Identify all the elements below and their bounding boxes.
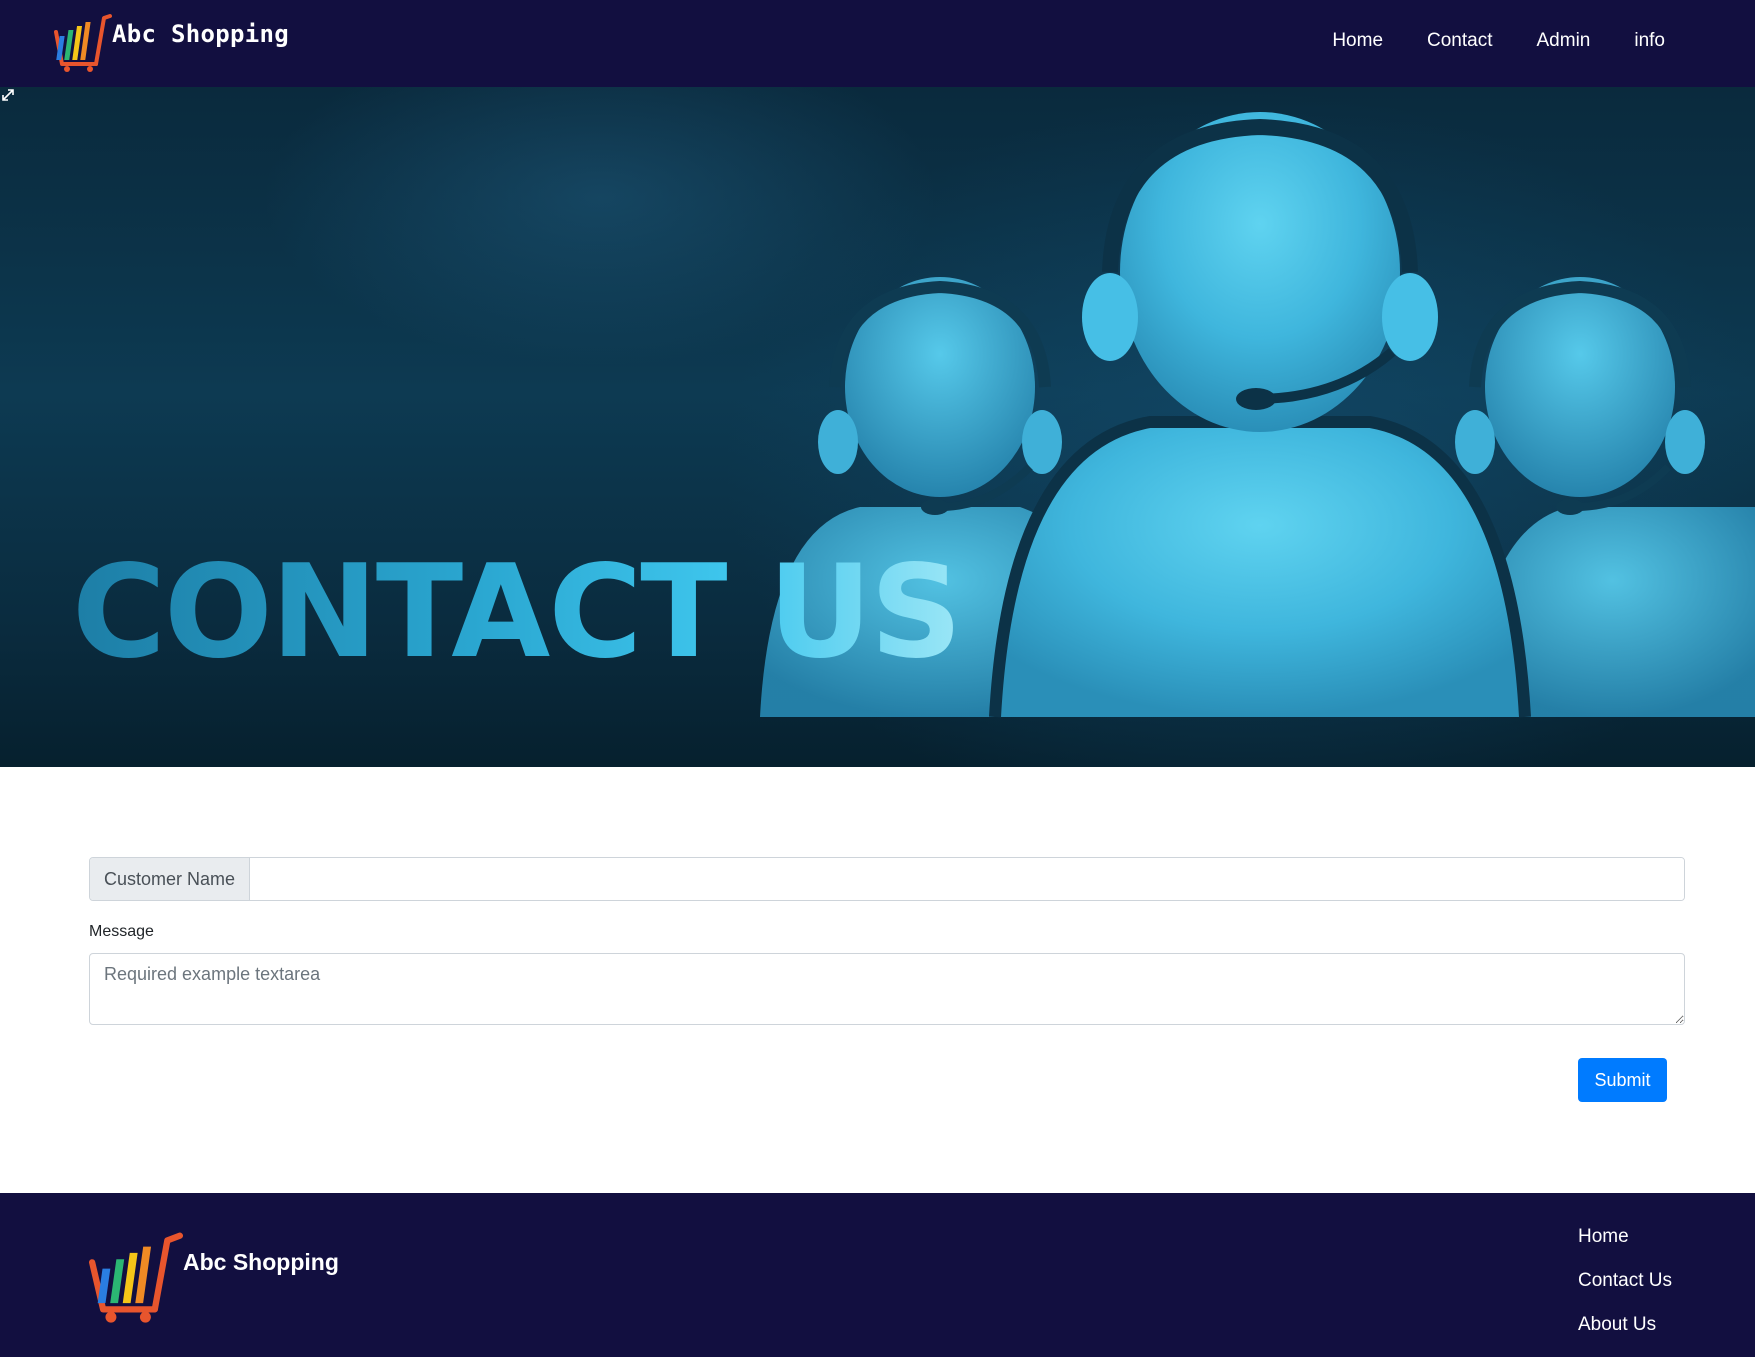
expand-icon[interactable]: [0, 87, 16, 103]
nav-contact[interactable]: Contact: [1405, 30, 1514, 52]
shopping-cart-logo-icon: [54, 14, 112, 72]
message-label: Message: [89, 923, 154, 940]
agent-center: [989, 112, 1531, 718]
contact-form: Customer Name Message Submit: [89, 857, 1685, 1102]
nav-admin[interactable]: Admin: [1515, 30, 1613, 52]
hero-title: CONTACT US: [72, 538, 962, 687]
customer-name-label: Customer Name: [90, 858, 251, 900]
shopping-cart-logo-icon: [89, 1232, 183, 1323]
footer-nav: Home Contact Us About Us: [1578, 1215, 1672, 1347]
submit-button[interactable]: Submit: [1578, 1058, 1667, 1102]
footer-brand[interactable]: Abc Shopping: [89, 1231, 339, 1325]
footer-link-contact-us[interactable]: Contact Us: [1578, 1259, 1672, 1303]
main-nav: Home Contact Admin info: [1310, 30, 1687, 52]
brand[interactable]: Abc Shopping: [52, 12, 289, 72]
hero-banner: CONTACT US: [0, 87, 1755, 767]
customer-name-group: Customer Name: [89, 857, 1685, 901]
customer-name-input[interactable]: [250, 858, 1684, 900]
submit-row: Submit: [89, 1030, 1685, 1102]
brand-name: Abc Shopping: [112, 20, 289, 48]
footer-link-about-us[interactable]: About Us: [1578, 1303, 1672, 1347]
nav-home[interactable]: Home: [1310, 30, 1405, 52]
top-navbar: Abc Shopping Home Contact Admin info: [0, 0, 1755, 87]
message-textarea[interactable]: [89, 953, 1685, 1025]
footer-brand-name: Abc Shopping: [183, 1249, 339, 1275]
footer-link-home[interactable]: Home: [1578, 1215, 1672, 1259]
footer: Abc Shopping Home Contact Us About Us: [0, 1193, 1755, 1357]
nav-info[interactable]: info: [1612, 30, 1687, 52]
